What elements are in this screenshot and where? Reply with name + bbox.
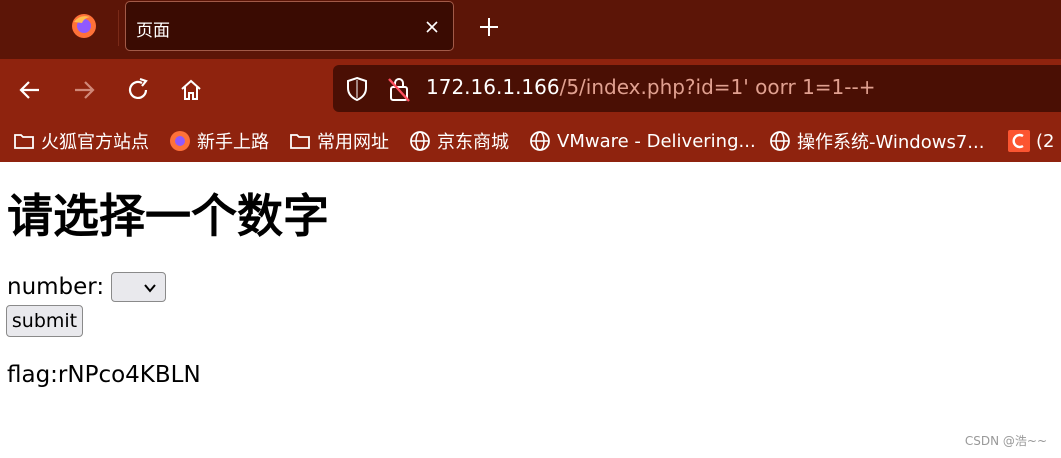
tab-title: 页面 xyxy=(136,21,170,41)
number-select[interactable] xyxy=(111,272,167,302)
folder-icon xyxy=(290,134,310,149)
globe-icon xyxy=(410,131,430,151)
reload-icon[interactable] xyxy=(125,77,151,103)
shield-icon[interactable] xyxy=(345,76,369,102)
firefox-icon xyxy=(170,131,190,151)
folder-icon xyxy=(14,134,34,149)
address-bar[interactable]: 172.16.1.166/5/index.php?id=1' oorr 1=1-… xyxy=(333,65,1061,112)
chevron-down-icon xyxy=(144,284,156,293)
bookmark-item[interactable]: VMware - Delivering... xyxy=(529,128,756,154)
number-label: number: xyxy=(7,274,105,300)
url-path: /5/index.php?id=1' oorr 1=1--+ xyxy=(559,75,876,99)
tab-separator xyxy=(118,10,119,46)
submit-button[interactable]: submit xyxy=(6,305,83,337)
number-form-row: number: xyxy=(7,272,167,302)
insecure-lock-icon[interactable] xyxy=(387,75,411,103)
new-tab-icon[interactable] xyxy=(477,15,501,39)
page-content: 请选择一个数字 number: submit flag:rNPco4KBLN C… xyxy=(0,162,1061,458)
url-text[interactable]: 172.16.1.166/5/index.php?id=1' oorr 1=1-… xyxy=(426,75,875,99)
bookmark-label: 新手上路 xyxy=(197,132,269,153)
globe-icon xyxy=(530,131,550,151)
tab-strip: 页面 xyxy=(0,0,1061,59)
close-icon[interactable] xyxy=(423,18,441,36)
bookmark-item[interactable]: 火狐官方站点 xyxy=(13,128,149,154)
bookmark-label: VMware - Delivering... xyxy=(557,130,756,152)
back-arrow-icon[interactable] xyxy=(17,77,43,103)
bookmark-item[interactable]: (2 xyxy=(1008,128,1054,154)
bookmark-item[interactable]: 操作系统-Windows7... xyxy=(769,128,984,154)
csdn-icon xyxy=(1008,130,1030,152)
bookmark-label: 京东商城 xyxy=(437,132,509,153)
watermark: CSDN @浩~~ xyxy=(964,434,1047,448)
bookmark-label: 常用网址 xyxy=(317,132,389,153)
bookmark-item[interactable]: 常用网址 xyxy=(289,128,389,154)
url-host: 172.16.1.166 xyxy=(426,75,560,99)
bookmarks-toolbar: 火狐官方站点 新手上路 常用网址 京东商城 VMware - Deliverin… xyxy=(0,120,1061,162)
flag-text: flag:rNPco4KBLN xyxy=(7,362,201,388)
page-heading: 请选择一个数字 xyxy=(7,189,329,243)
bookmark-label: 操作系统-Windows7... xyxy=(797,132,985,153)
bookmark-label: (2 xyxy=(1036,130,1055,152)
forward-arrow-icon[interactable] xyxy=(71,77,97,103)
globe-icon xyxy=(770,131,790,151)
bookmark-item[interactable]: 新手上路 xyxy=(169,128,269,154)
bookmark-label: 火狐官方站点 xyxy=(41,132,149,153)
home-icon[interactable] xyxy=(178,77,204,103)
firefox-logo-icon[interactable] xyxy=(70,12,98,40)
navigation-toolbar: 172.16.1.166/5/index.php?id=1' oorr 1=1-… xyxy=(0,59,1061,120)
bookmark-item[interactable]: 京东商城 xyxy=(409,128,509,154)
tab-active[interactable]: 页面 xyxy=(125,1,454,51)
